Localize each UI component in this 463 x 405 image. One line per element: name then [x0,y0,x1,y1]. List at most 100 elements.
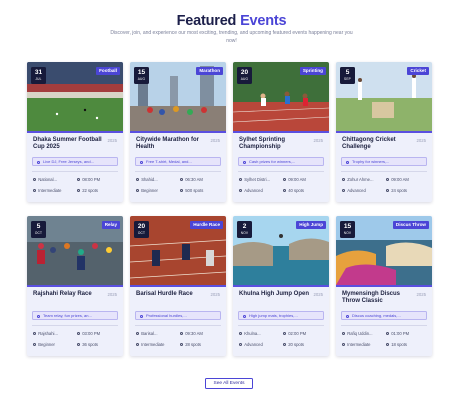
event-day: 15 [343,223,352,230]
users-icon [77,189,81,193]
event-card[interactable]: 20 OCT Hurdle Race Barisal Hurdle Race 2025 P… [130,216,226,356]
event-card[interactable]: 15 AUG Marathon Citywide Marathon for Healt… [130,62,226,202]
page-subtitle: Discover, join, and experience our most … [110,30,353,44]
event-perks-text: Team relay, fun prizes, an... [43,313,92,318]
event-perks-text: Live DJ, Free Jerseys, and... [43,159,94,164]
event-level: Advanced [239,342,263,347]
event-time-text: 09:00 AM [391,177,409,182]
gift-icon [36,314,40,318]
event-location-text: Shahid... [141,177,158,182]
event-location: Rafiq Uddin... [342,331,373,336]
see-all-events-button[interactable]: See All Events [205,378,253,389]
card-accent-line [27,285,123,287]
event-year: 2025 [313,138,323,143]
card-accent-line [336,285,432,287]
card-divider [32,171,118,172]
level-icon [33,343,37,347]
event-time: 08:00 PM [77,177,100,182]
event-title[interactable]: Dhaka Summer Football Cup 2025 [33,137,105,152]
card-accent-line [27,131,123,133]
clock-icon [180,178,184,182]
event-level: Beginner [33,342,55,347]
event-time-text: 01:00 PM [391,331,410,336]
event-year: 2025 [416,292,426,297]
event-spots-text: 22 spots [82,188,99,193]
event-title[interactable]: Citywide Marathon for Health [136,137,208,152]
event-spots: 28 spots [180,342,201,347]
card-accent-line [233,285,329,287]
gift-icon [139,314,143,318]
event-perks-tag: Free T-shirt, Medal, and... [135,157,221,166]
card-accent-line [233,131,329,133]
event-time: 02:00 PM [283,331,306,336]
users-icon [386,189,390,193]
event-title[interactable]: Rajshahi Relay Race [33,291,105,298]
gift-icon [242,160,246,164]
event-date-badge: 15 AUG [134,67,149,84]
location-pin-icon [239,332,243,336]
event-card[interactable]: 5 OCT Relay Rajshahi Relay Race 2025 Team rel… [27,216,123,356]
event-level: Advanced [239,188,263,193]
event-spots-text: 500 spots [185,188,204,193]
event-date-badge: 20 OCT [134,221,149,238]
event-time-text: 09:30 AM [185,331,203,336]
event-card[interactable]: 15 NOV Discus Throw Mymensingh Discus Throw… [336,216,432,356]
event-month: SEP [344,77,351,81]
event-date-badge: 31 JUL [31,67,46,84]
event-year: 2025 [313,292,323,297]
event-card[interactable]: 31 JUL Football Dhaka Summer Football Cup 2… [27,62,123,202]
event-perks-text: Trophy for winners,... [352,159,390,164]
card-divider [135,325,221,326]
event-month: OCT [34,231,43,235]
event-time: 06:30 AM [180,177,203,182]
event-title[interactable]: Khulna High Jump Open [239,291,311,298]
event-level-text: Advanced [347,188,366,193]
event-day: 5 [36,223,41,230]
event-title[interactable]: Mymensingh Discus Throw Classic [342,291,414,306]
event-level: Beginner [136,188,158,193]
location-pin-icon [239,178,243,182]
card-accent-line [336,131,432,133]
event-perks-text: Free T-shirt, Medal, and... [146,159,192,164]
event-title[interactable]: Sylhet Sprinting Championship [239,137,311,152]
title-main: Featured [176,13,237,29]
event-year: 2025 [107,292,117,297]
event-location-text: Rajshahi... [38,331,58,336]
event-time-text: 08:00 PM [82,177,101,182]
event-category-badge: Discus Throw [392,221,429,229]
event-title[interactable]: Barisal Hurdle Race [136,291,208,298]
location-pin-icon [33,332,37,336]
event-category-badge: Football [96,67,120,75]
card-divider [238,325,324,326]
event-location: Zohur Ahme... [342,177,374,182]
event-year: 2025 [107,138,117,143]
gift-icon [345,160,349,164]
event-spots: 40 spots [283,188,304,193]
card-divider [135,171,221,172]
gift-icon [139,160,143,164]
event-level: Intermediate [136,342,164,347]
event-title[interactable]: Chittagong Cricket Challenge [342,137,414,152]
gift-icon [242,314,246,318]
event-card[interactable]: 5 SEP Cricket Chittagong Cricket Challenge 2… [336,62,432,202]
level-icon [33,189,37,193]
event-time-text: 06:30 AM [185,177,203,182]
event-location-text: Khulna... [244,331,261,336]
event-date-badge: 20 AUG [237,67,252,84]
event-location-text: Sylhet Distri... [244,177,271,182]
event-card[interactable]: 2 NOV High Jump Khulna High Jump Open 2025 Hi… [233,216,329,356]
event-level: Intermediate [342,342,370,347]
event-month: OCT [137,231,146,235]
event-spots: 500 spots [180,188,203,193]
event-spots: 18 spots [386,342,407,347]
event-time: 09:00 AM [283,177,306,182]
event-day: 15 [137,69,146,76]
event-perks-tag: Live DJ, Free Jerseys, and... [32,157,118,166]
event-location: Rajshahi... [33,331,58,336]
event-perks-tag: High jump mats, trophies,... [238,311,324,320]
event-perks-tag: Cash prizes for winners,... [238,157,324,166]
level-icon [239,343,243,347]
event-location: Barisal... [136,331,157,336]
event-spots-text: 28 spots [185,342,202,347]
event-card[interactable]: 20 AUG Sprinting Sylhet Sprinting Champions… [233,62,329,202]
